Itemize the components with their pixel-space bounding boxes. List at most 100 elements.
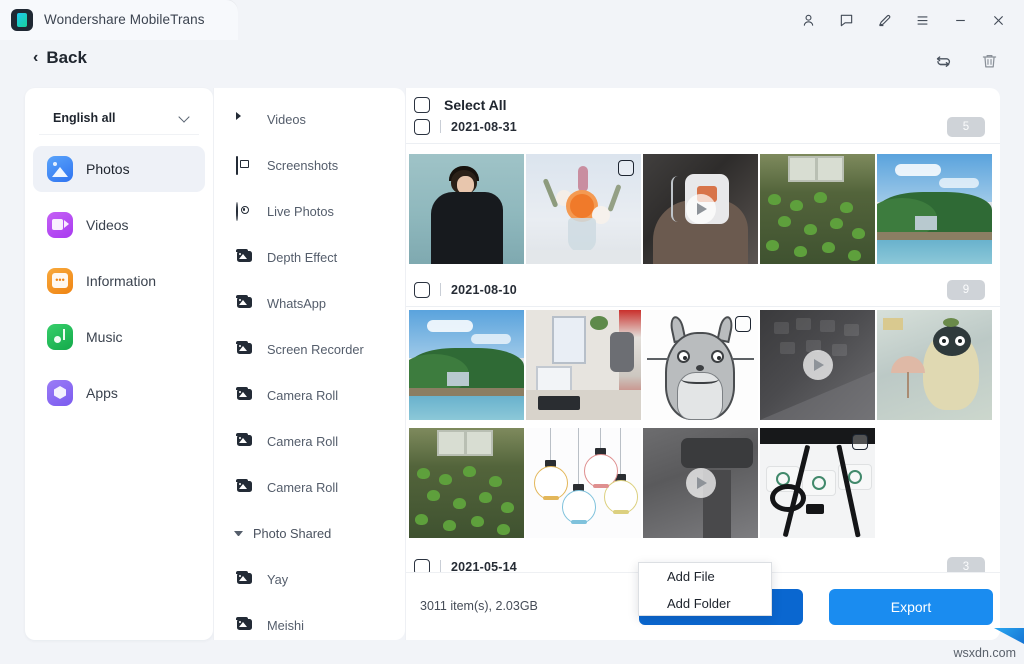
thumbnail-photo[interactable] — [760, 154, 875, 264]
category-label: Videos — [267, 112, 306, 127]
music-icon — [47, 324, 73, 350]
album-icon — [236, 617, 253, 634]
thumbnail-photo[interactable] — [409, 428, 524, 538]
date-group-header[interactable]: 2021-08-31 5 — [406, 110, 1000, 144]
album-icon — [236, 571, 253, 588]
menu-icon[interactable] — [906, 6, 938, 34]
thumbnail-photo[interactable] — [409, 154, 524, 264]
thumbnail-photo[interactable] — [877, 310, 992, 420]
back-label: Back — [46, 48, 87, 68]
category-item-live-photos[interactable]: Live Photos — [214, 188, 406, 234]
album-icon — [236, 387, 253, 404]
category-label: Live Photos — [267, 204, 334, 219]
thumbnail-photo[interactable] — [760, 428, 875, 538]
mobiletrans-logo-icon — [11, 9, 33, 31]
count-badge: 9 — [947, 280, 985, 300]
minimize-icon[interactable] — [944, 6, 976, 34]
sidebar-item-label: Videos — [86, 217, 129, 233]
category-item-screen-recorder[interactable]: Screen Recorder — [214, 326, 406, 372]
language-select[interactable]: English all — [39, 101, 199, 135]
date-group-header[interactable]: 2021-08-10 9 — [406, 273, 1000, 307]
window-controls — [792, 0, 1014, 40]
sidebar-item-information[interactable]: Information — [33, 258, 205, 304]
category-label: Meishi — [267, 618, 304, 633]
language-value: English all — [53, 111, 116, 125]
back-button[interactable]: ‹ Back — [33, 48, 87, 68]
thumbnail-row — [406, 428, 1000, 542]
date-label: 2021-08-31 — [451, 120, 517, 134]
category-item-camera-roll-3[interactable]: Camera Roll — [214, 464, 406, 510]
edit-icon[interactable] — [868, 6, 900, 34]
category-label: Depth Effect — [267, 250, 337, 265]
triangle-down-icon — [234, 531, 243, 536]
play-icon[interactable] — [803, 350, 833, 380]
sidebar-item-apps[interactable]: Apps — [33, 370, 205, 416]
account-icon[interactable] — [792, 6, 824, 34]
sidebar-item-photos[interactable]: Photos — [33, 146, 205, 192]
category-item-yay[interactable]: Yay — [214, 556, 406, 602]
thumbnail-photo[interactable] — [877, 154, 992, 264]
thumbnail-video[interactable] — [643, 154, 758, 264]
thumbnail-checkbox[interactable] — [735, 316, 751, 332]
sidebar-item-label: Photos — [86, 161, 130, 177]
thumbnail-checkbox[interactable] — [618, 160, 634, 176]
close-icon[interactable] — [982, 6, 1014, 34]
category-label: Camera Roll — [267, 388, 338, 403]
category-item-depth-effect[interactable]: Depth Effect — [214, 234, 406, 280]
category-item-camera-roll-2[interactable]: Camera Roll — [214, 418, 406, 464]
thumbnail-photo[interactable] — [526, 154, 641, 264]
category-column: Videos Screenshots Live Photos Depth Eff… — [213, 88, 405, 640]
title-bar: Wondershare MobileTrans — [0, 0, 1024, 40]
sidebar-item-label: Information — [86, 273, 156, 289]
delete-icon[interactable] — [976, 48, 1002, 74]
live-photo-icon — [236, 203, 253, 220]
category-label: Screenshots — [267, 158, 338, 173]
category-item-screenshots[interactable]: Screenshots — [214, 142, 406, 188]
feedback-icon[interactable] — [830, 6, 862, 34]
album-icon — [236, 341, 253, 358]
thumbnail-video[interactable] — [643, 428, 758, 538]
sidebar: English all Photos Videos Information Mu… — [25, 88, 213, 640]
category-item-whatsapp[interactable]: WhatsApp — [214, 280, 406, 326]
sidebar-item-label: Apps — [86, 385, 118, 401]
category-list: Videos Screenshots Live Photos Depth Eff… — [214, 96, 406, 648]
thumbnail-photo[interactable] — [526, 428, 641, 538]
header-bar: ‹ Back — [0, 40, 1024, 88]
watermark: wsxdn.com — [953, 646, 1016, 660]
apps-icon — [47, 380, 73, 406]
thumbnail-photo[interactable] — [409, 310, 524, 420]
back-chevron-icon: ‹ — [33, 50, 38, 66]
category-label: Camera Roll — [267, 434, 338, 449]
menu-item-add-folder[interactable]: Add Folder — [639, 590, 771, 617]
divider — [440, 283, 441, 296]
category-item-meishi[interactable]: Meishi — [214, 602, 406, 648]
export-button[interactable]: Export — [829, 589, 993, 625]
content-panel: Select All 2021-08-31 5 — [405, 88, 1000, 640]
play-icon[interactable] — [686, 468, 716, 498]
import-context-menu: Add File Add Folder — [638, 562, 772, 616]
app-title: Wondershare MobileTrans — [44, 12, 205, 27]
category-label: Camera Roll — [267, 480, 338, 495]
category-group-photo-shared[interactable]: Photo Shared — [214, 510, 406, 556]
thumbnail-photo[interactable] — [643, 310, 758, 420]
thumbnail-photo[interactable] — [526, 310, 641, 420]
thumbnail-row — [406, 310, 1000, 424]
app-window: Wondershare MobileTrans ‹ — [0, 0, 1024, 664]
screenshot-icon — [236, 157, 253, 174]
date-group-checkbox[interactable] — [414, 119, 430, 135]
date-group-checkbox[interactable] — [414, 282, 430, 298]
category-item-videos[interactable]: Videos — [214, 96, 406, 142]
category-item-camera-roll-1[interactable]: Camera Roll — [214, 372, 406, 418]
thumbnail-checkbox[interactable] — [852, 434, 868, 450]
date-label: 2021-08-10 — [451, 283, 517, 297]
sidebar-item-videos[interactable]: Videos — [33, 202, 205, 248]
header-toolbar — [930, 48, 1002, 74]
menu-item-add-file[interactable]: Add File — [639, 563, 771, 590]
thumbnail-row — [406, 154, 1000, 268]
category-label: WhatsApp — [267, 296, 326, 311]
thumbnail-video[interactable] — [760, 310, 875, 420]
sidebar-item-music[interactable]: Music — [33, 314, 205, 360]
play-icon[interactable] — [686, 194, 716, 224]
sync-icon[interactable] — [930, 48, 956, 74]
sidebar-nav: Photos Videos Information Music Apps — [33, 146, 205, 426]
